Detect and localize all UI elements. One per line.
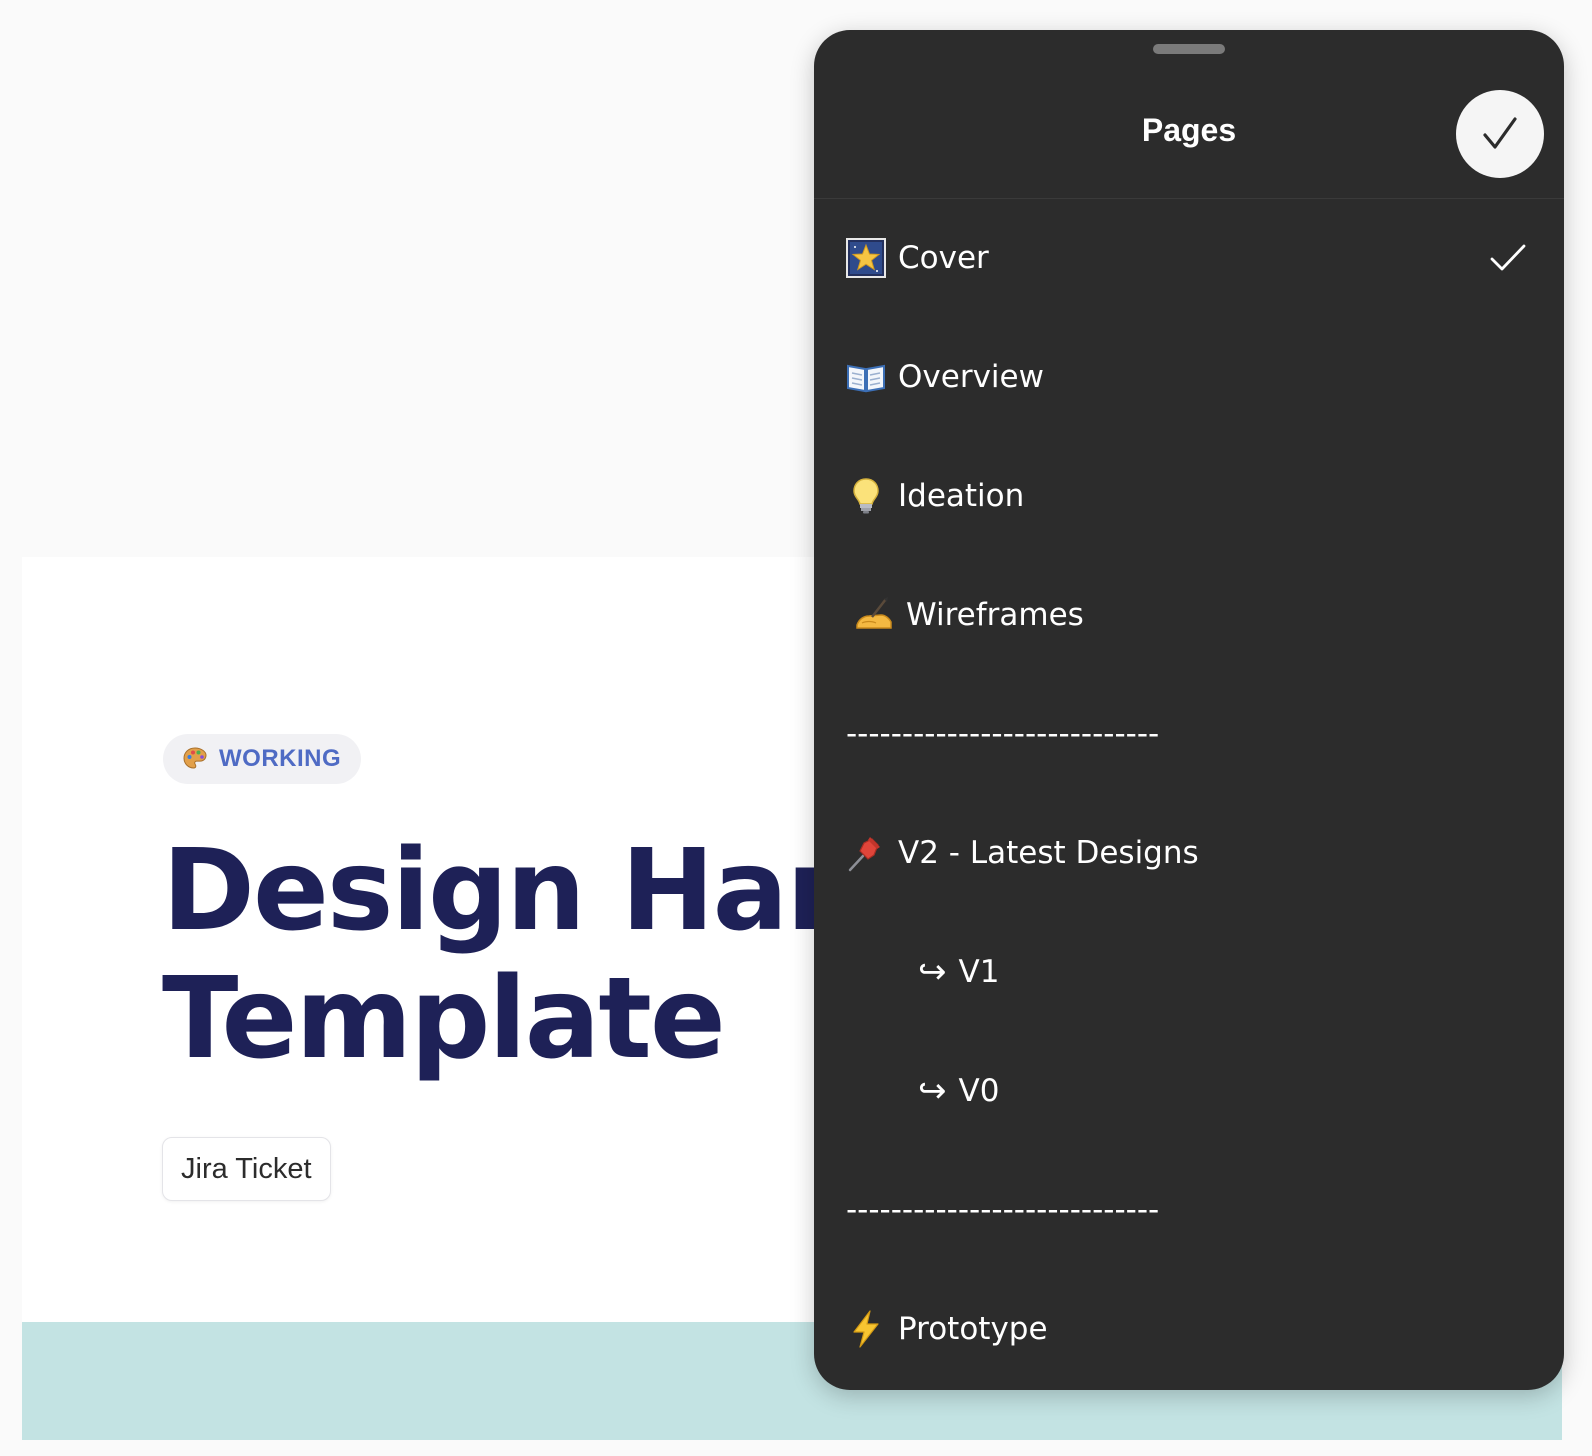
page-item-ideation[interactable]: Ideation bbox=[814, 436, 1564, 555]
page-item-label: V0 bbox=[958, 1072, 1000, 1109]
pushpin-icon bbox=[846, 833, 886, 873]
page-item-wireframes[interactable]: Wireframes bbox=[814, 555, 1564, 674]
page-item-v0[interactable]: ↪ V0 bbox=[814, 1031, 1564, 1150]
page-item-overview[interactable]: Overview bbox=[814, 317, 1564, 436]
sheet-header: Pages bbox=[814, 30, 1564, 199]
sheet-title: Pages bbox=[1141, 112, 1237, 148]
jira-ticket-button[interactable]: Jira Ticket bbox=[162, 1137, 331, 1201]
page-item-v2-latest-designs[interactable]: V2 - Latest Designs bbox=[814, 793, 1564, 912]
page-item-label: V1 bbox=[958, 953, 1000, 990]
writing-hand-icon bbox=[854, 595, 894, 635]
page-item-label: Prototype bbox=[898, 1310, 1048, 1347]
page-item-label: Ideation bbox=[898, 477, 1025, 514]
lightbulb-icon bbox=[846, 476, 886, 516]
status-badge: WORKING bbox=[163, 734, 362, 784]
page-list: Cover Overview Ideation Wireframes -----… bbox=[814, 198, 1564, 1388]
return-arrow-icon: ↪ bbox=[918, 1070, 947, 1111]
lightning-icon bbox=[846, 1309, 886, 1349]
done-button[interactable] bbox=[1456, 90, 1544, 178]
page-item-prototype[interactable]: Prototype bbox=[814, 1269, 1564, 1388]
screen: WORKING Design Handoff Template Jira Tic… bbox=[0, 0, 1592, 1456]
page-item-label: V2 - Latest Designs bbox=[898, 834, 1199, 871]
page-item-divider[interactable]: ---------------------------- bbox=[814, 1150, 1564, 1269]
return-arrow-icon: ↪ bbox=[918, 951, 947, 992]
checkmark-icon bbox=[1483, 117, 1517, 149]
palette-icon bbox=[181, 745, 209, 773]
status-label: WORKING bbox=[219, 745, 342, 772]
page-item-label: ---------------------------- bbox=[846, 715, 1160, 752]
page-item-divider[interactable]: ---------------------------- bbox=[814, 674, 1564, 793]
page-item-label: Wireframes bbox=[906, 596, 1084, 633]
page-item-label: Overview bbox=[898, 358, 1044, 395]
open-book-icon bbox=[846, 357, 886, 397]
cover-star-icon bbox=[846, 237, 886, 278]
page-item-cover[interactable]: Cover bbox=[814, 198, 1564, 317]
page-item-v1[interactable]: ↪ V1 bbox=[814, 912, 1564, 1031]
selected-check-icon bbox=[1490, 244, 1526, 270]
page-item-label: Cover bbox=[898, 239, 989, 276]
pages-sheet: Pages Cover Overview Ideation Wireframes… bbox=[814, 30, 1564, 1390]
page-item-label: ---------------------------- bbox=[846, 1191, 1160, 1228]
